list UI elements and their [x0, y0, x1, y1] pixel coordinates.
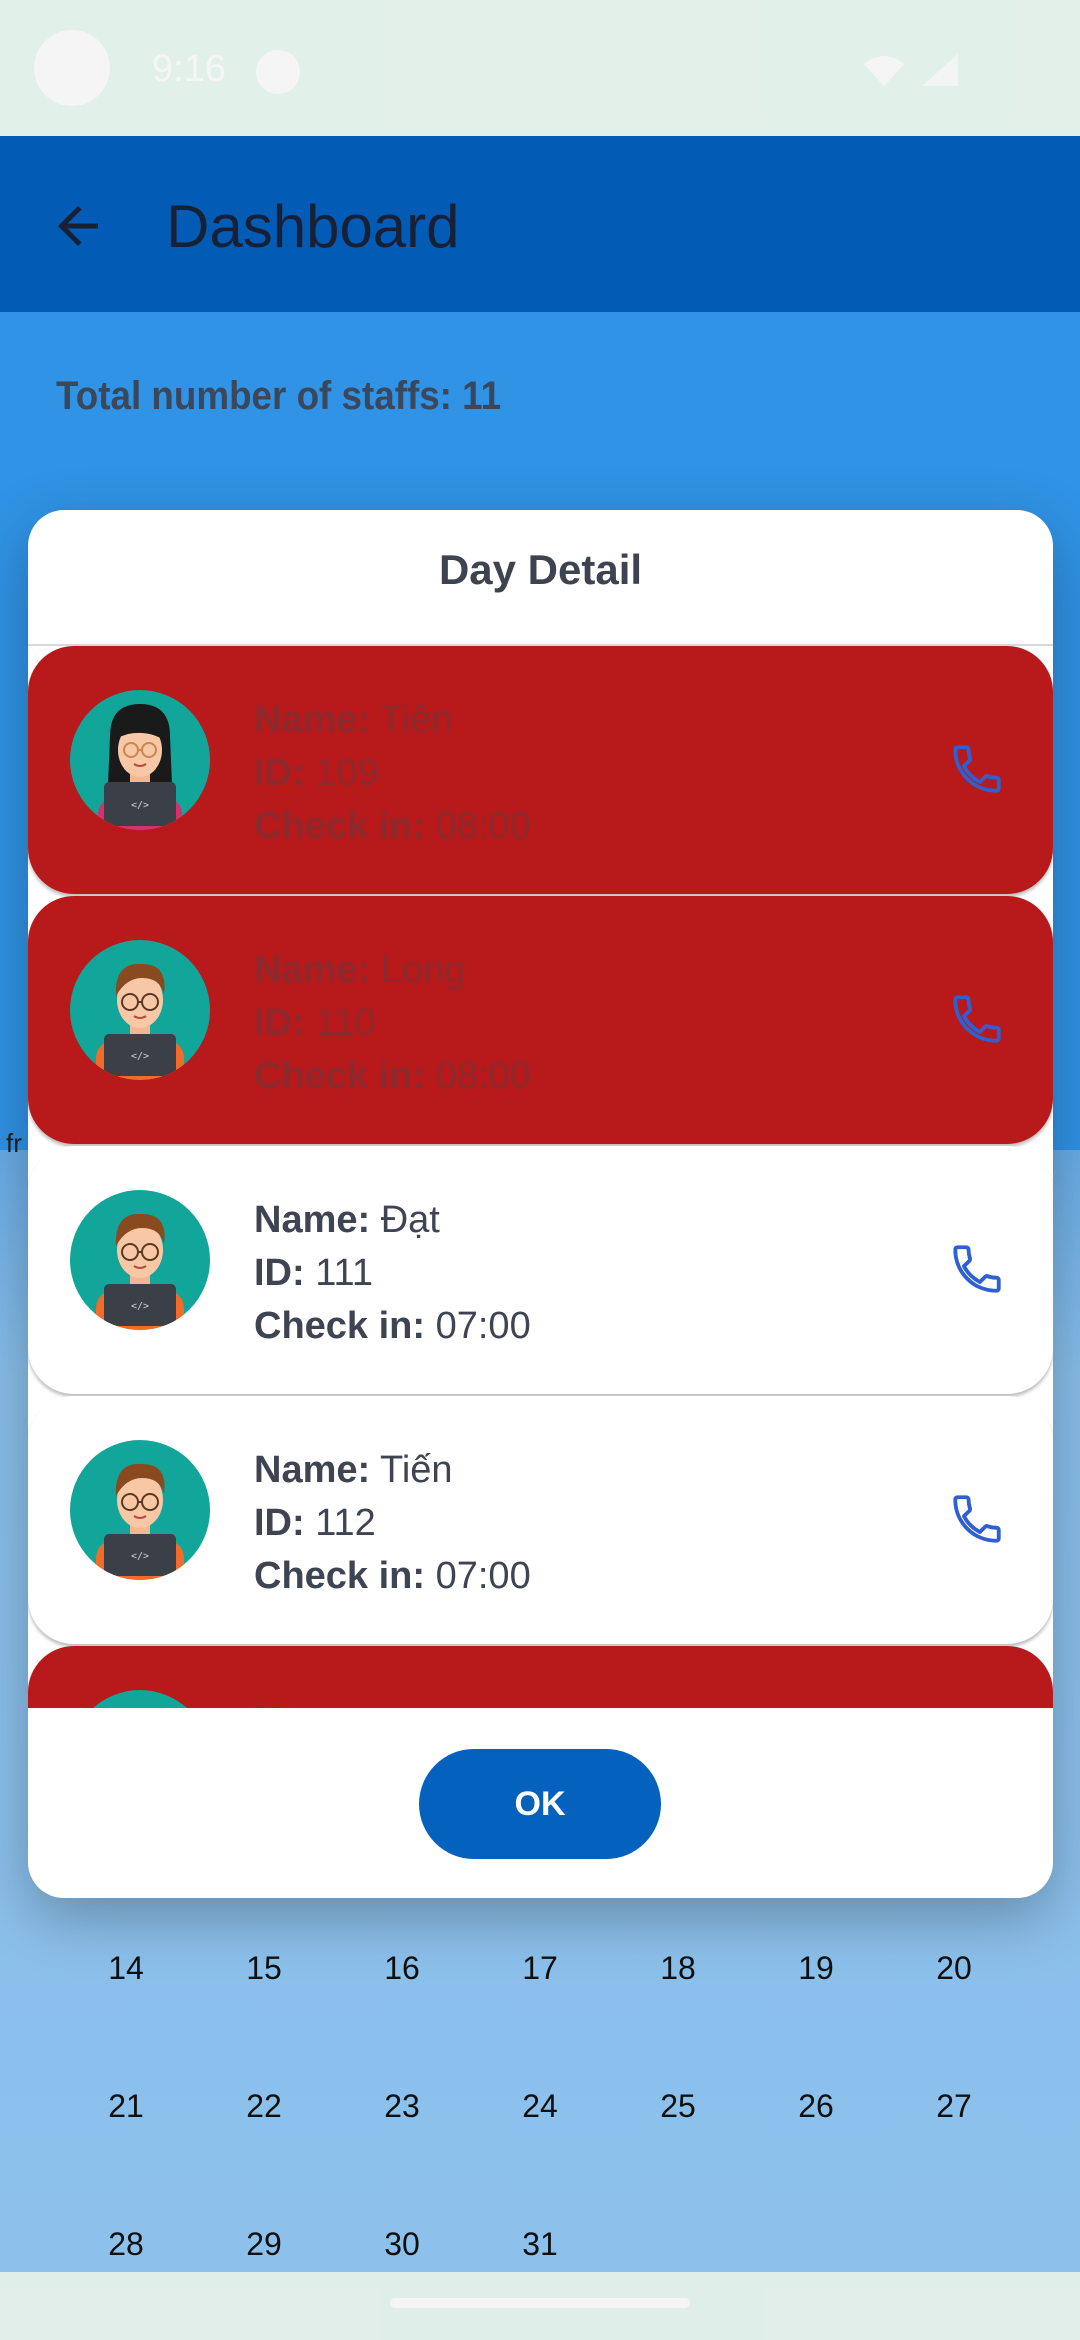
staff-list[interactable]: </> Name: Tiên ID: 109 Check in: 08:00 <… [28, 646, 1053, 1718]
staff-check-in: 07:00 [435, 1305, 531, 1347]
staff-card[interactable]: </> Name: Đạt ID: 111 Check in: 07:00 [28, 1146, 1053, 1394]
svg-text:</>: </> [131, 1301, 149, 1312]
staff-info: Name: Tiến ID: 112 Check in: 07:00 [254, 1444, 531, 1603]
male-developer-avatar: </> [70, 1440, 210, 1580]
male-developer-avatar: </> [70, 1190, 210, 1330]
staff-name: Tiến [380, 1449, 453, 1491]
check-in-label: Check in: [254, 1305, 426, 1347]
name-label: Name: [254, 699, 371, 741]
staff-card[interactable]: </> Name: Tiến ID: 112 Check in: 07:00 [28, 1396, 1053, 1644]
check-in-label: Check in: [254, 1055, 426, 1097]
svg-text:</>: </> [131, 800, 149, 811]
staff-info: Name: Tiên ID: 109 Check in: 08:00 [254, 694, 531, 853]
ok-button[interactable]: OK [419, 1749, 661, 1859]
staff-check-in: 07:00 [435, 1555, 531, 1597]
staff-info: Name: Long ID: 110 Check in: 08:00 [254, 944, 531, 1103]
id-label: ID: [254, 1502, 305, 1544]
day-detail-dialog: Day Detail </> Name: Tiên ID: 109 Check … [28, 510, 1053, 1898]
male-developer-avatar: </> [70, 940, 210, 1080]
phone-icon[interactable] [948, 1490, 1006, 1548]
id-label: ID: [254, 1002, 305, 1044]
phone-icon[interactable] [948, 1240, 1006, 1298]
staff-id: 109 [315, 752, 379, 794]
staff-id: 112 [315, 1502, 376, 1544]
dialog-title: Day Detail [28, 510, 1053, 646]
staff-card[interactable]: </> Name: Long ID: 110 Check in: 08:00 [28, 896, 1053, 1144]
phone-icon[interactable] [948, 740, 1006, 798]
name-label: Name: [254, 1449, 371, 1491]
svg-text:</>: </> [131, 1051, 149, 1062]
name-label: Name: [254, 949, 371, 991]
female-developer-avatar: </> [70, 690, 210, 830]
check-in-label: Check in: [254, 805, 426, 847]
staff-check-in: 08:00 [435, 1055, 531, 1097]
staff-id: 110 [315, 1002, 376, 1044]
id-label: ID: [254, 752, 305, 794]
staff-name: Tiên [380, 699, 453, 741]
phone-icon[interactable] [948, 990, 1006, 1048]
staff-info: Name: Đạt ID: 111 Check in: 07:00 [254, 1194, 531, 1353]
svg-text:</>: </> [131, 1551, 149, 1562]
staff-name: Đạt [380, 1199, 440, 1241]
id-label: ID: [254, 1252, 305, 1294]
staff-check-in: 08:00 [435, 805, 531, 847]
staff-name: Long [380, 949, 466, 991]
dialog-footer: OK [28, 1708, 1053, 1898]
check-in-label: Check in: [254, 1555, 426, 1597]
staff-card[interactable]: </> Name: Tiên ID: 109 Check in: 08:00 [28, 646, 1053, 894]
name-label: Name: [254, 1199, 371, 1241]
staff-id: 111 [315, 1252, 373, 1294]
